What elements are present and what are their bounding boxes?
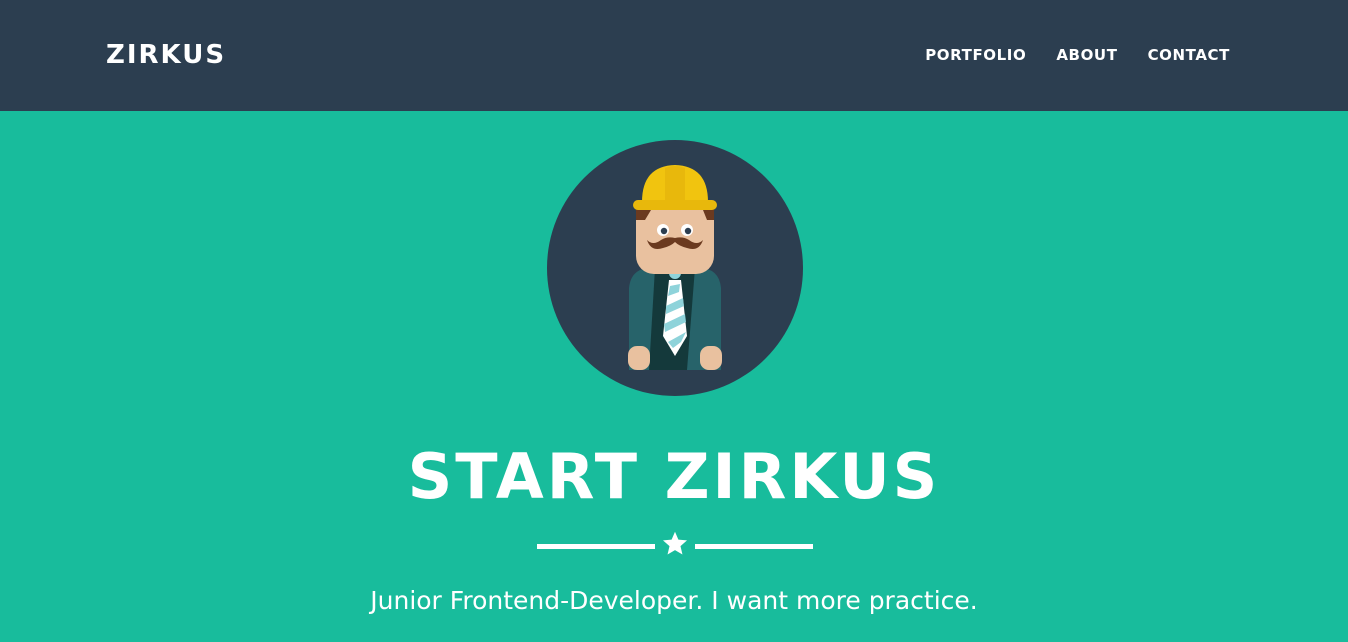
- nav-link-portfolio[interactable]: PORTFOLIO: [925, 44, 1026, 66]
- construction-worker-avatar-icon: [547, 140, 803, 396]
- divider-line-right: [695, 544, 813, 549]
- star-divider: [537, 530, 813, 560]
- page-title: START ZIRKUS: [407, 440, 941, 513]
- navbar: ZIRKUS PORTFOLIO ABOUT CONTACT: [0, 0, 1348, 111]
- nav-link-about[interactable]: ABOUT: [1056, 44, 1117, 66]
- main-nav: PORTFOLIO ABOUT CONTACT: [925, 44, 1230, 66]
- star-icon: [662, 531, 688, 555]
- nav-link-contact[interactable]: CONTACT: [1148, 44, 1230, 66]
- tagline: Junior Frontend-Developer. I want more p…: [370, 586, 978, 615]
- brand-logo-link[interactable]: ZIRKUS: [106, 38, 226, 72]
- divider-line-left: [537, 544, 655, 549]
